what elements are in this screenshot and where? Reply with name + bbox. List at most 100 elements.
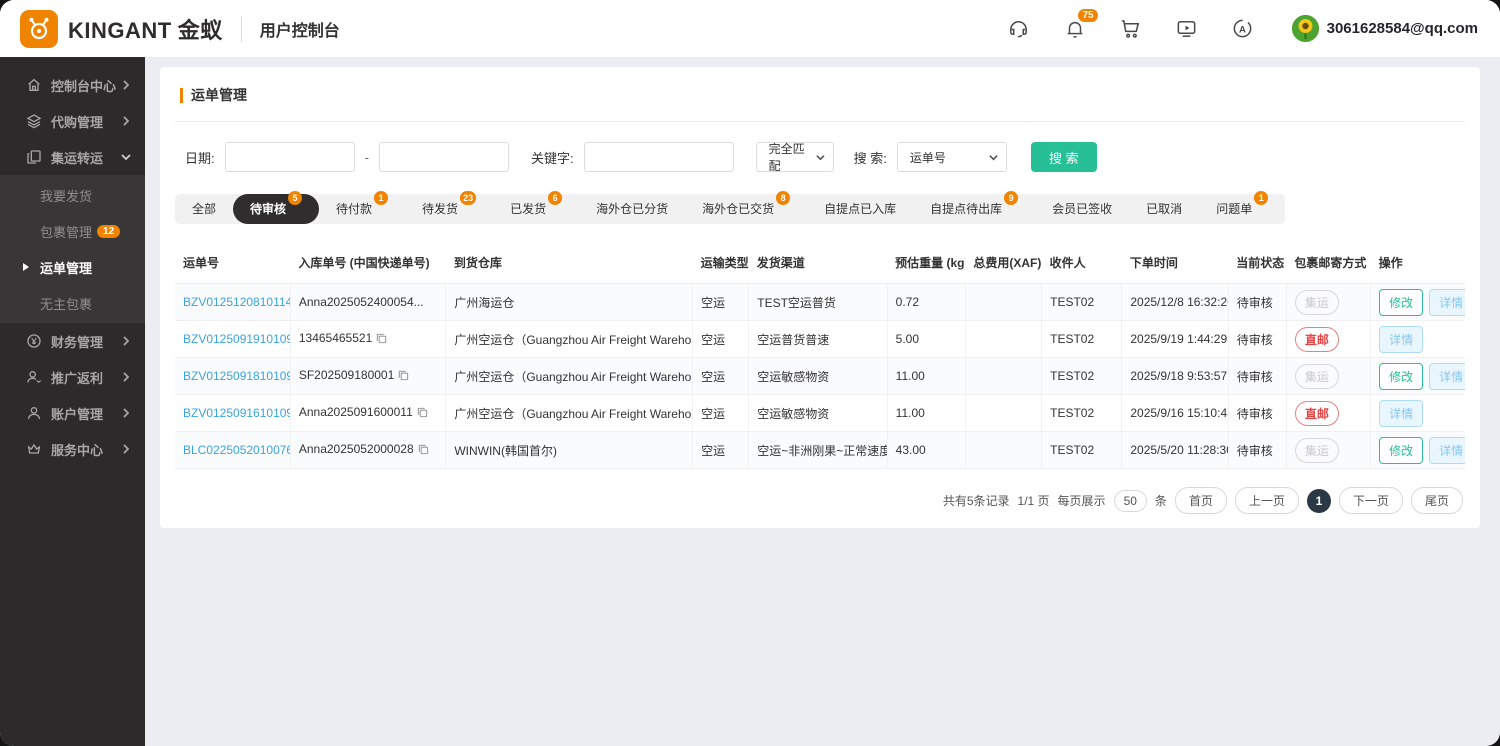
- notifications-bell-icon[interactable]: 75: [1062, 16, 1088, 42]
- first-page-button[interactable]: 首页: [1175, 487, 1227, 514]
- service-icon: [25, 441, 42, 458]
- edit-button[interactable]: 修改: [1379, 289, 1423, 316]
- detail-button[interactable]: 详情: [1379, 400, 1423, 427]
- sidebar-item-console-center[interactable]: 控制台中心: [0, 67, 145, 103]
- col-inbound-no: 入库单号 (中国快递单号): [290, 244, 445, 284]
- documents-icon: [25, 149, 42, 166]
- detail-button[interactable]: 详情: [1429, 289, 1465, 316]
- sidebar-subitem-packages[interactable]: 包裹管理 12: [0, 213, 145, 249]
- keyword-input[interactable]: [584, 142, 734, 172]
- tab-cancelled[interactable]: 已取消: [1129, 194, 1199, 224]
- edit-button[interactable]: 修改: [1379, 437, 1423, 464]
- search-type-select[interactable]: 运单号: [897, 142, 1007, 172]
- inbound-no: Anna2025091600011: [299, 405, 413, 419]
- waybill-link[interactable]: BZV01250918101096: [183, 369, 290, 383]
- tab-badge: 23: [460, 191, 476, 205]
- user-icon: [25, 405, 42, 422]
- tab-badge: 1: [374, 191, 388, 205]
- sidebar-submenu: 我要发货 包裹管理 12 运单管理 无主包裹: [0, 175, 145, 323]
- tab-shipped[interactable]: 已发货6: [493, 194, 579, 224]
- tab-to-ship[interactable]: 待发货23: [405, 194, 493, 224]
- table-header-row: 运单号 入库单号 (中国快递单号) 到货仓库 运输类型 发货渠道 预估重量 (k…: [175, 244, 1465, 284]
- sidebar-item-finance[interactable]: 财务管理: [0, 323, 145, 359]
- per-page-select[interactable]: 50: [1114, 490, 1147, 512]
- warehouse: WINWIN(韩国首尔): [454, 444, 557, 458]
- sidebar-subitem-unclaimed[interactable]: 无主包裹: [0, 285, 145, 321]
- tab-overseas-delivered[interactable]: 海外仓已交货8: [685, 194, 807, 224]
- order-time: 2025/12/8 16:32:26: [1130, 295, 1228, 309]
- weight: 0.72: [896, 295, 919, 309]
- sidebar-subitem-ship[interactable]: 我要发货: [0, 177, 145, 213]
- filter-bar: 日期: - 关键字: 完全匹配 搜 索: 运单号 搜 索: [175, 142, 1465, 172]
- waybill-link[interactable]: BLC02250520100761: [183, 443, 290, 457]
- inbound-no: 13465465521: [299, 331, 372, 345]
- last-page-button[interactable]: 尾页: [1411, 487, 1463, 514]
- warehouse: 广州空运仓（Guangzhou Air Freight Warehouse）: [454, 333, 692, 347]
- copy-icon[interactable]: [418, 444, 429, 458]
- transport-type: 空运: [701, 296, 725, 310]
- channel: TEST空运普货: [757, 296, 836, 310]
- brand-logo-icon[interactable]: [20, 10, 58, 48]
- order-time: 2025/5/20 11:28:30: [1130, 443, 1228, 457]
- date-start-input[interactable]: [225, 142, 355, 172]
- user-promote-icon: [25, 369, 42, 386]
- tab-overseas-sorted[interactable]: 海外仓已分货: [579, 194, 685, 224]
- brand-name-cn: 金蚁: [178, 13, 223, 45]
- sidebar-item-consolidation[interactable]: 集运转运: [0, 139, 145, 175]
- topbar-actions: 75 A: [1006, 15, 1478, 42]
- yen-circle-icon: [25, 333, 42, 350]
- chevron-right-icon: [121, 372, 131, 382]
- status-tabs: 全部 待审核5 待付款1 待发货23 已发货6 海外仓已分货 海外仓已交货8 自…: [175, 194, 1285, 224]
- tab-pickup-outbound[interactable]: 自提点待出库9: [913, 194, 1035, 224]
- search-button[interactable]: 搜 索: [1031, 142, 1097, 172]
- tab-pickup-inbound[interactable]: 自提点已入库: [807, 194, 913, 224]
- waybill-table: 运单号 入库单号 (中国快递单号) 到货仓库 运输类型 发货渠道 预估重量 (k…: [175, 244, 1465, 469]
- current-page[interactable]: 1: [1307, 489, 1331, 513]
- col-actions: 操作: [1371, 244, 1465, 284]
- tab-badge: 1: [1254, 191, 1268, 205]
- tab-problem[interactable]: 问题单1: [1199, 194, 1285, 224]
- cart-icon[interactable]: [1118, 16, 1144, 42]
- user-email: 3061628584@qq.com: [1327, 20, 1478, 37]
- user-avatar: [1292, 15, 1319, 42]
- search-by-label: 搜 索:: [854, 148, 887, 167]
- copy-icon[interactable]: [376, 333, 387, 347]
- tab-signed[interactable]: 会员已签收: [1035, 194, 1129, 224]
- support-icon[interactable]: [1006, 16, 1032, 42]
- transport-type: 空运: [701, 370, 725, 384]
- sidebar-item-label: 服务中心: [51, 440, 103, 459]
- sidebar-item-account[interactable]: 账户管理: [0, 395, 145, 431]
- next-page-button[interactable]: 下一页: [1339, 487, 1403, 514]
- sidebar-subitem-waybills[interactable]: 运单管理: [0, 249, 145, 285]
- col-mail-method: 包裹邮寄方式: [1286, 244, 1370, 284]
- detail-button[interactable]: 详情: [1379, 326, 1423, 353]
- copy-icon[interactable]: [417, 407, 428, 421]
- chevron-right-icon: [121, 444, 131, 454]
- waybill-link[interactable]: BZV01251208101142: [183, 295, 290, 309]
- detail-button[interactable]: 详情: [1429, 363, 1465, 390]
- tab-all[interactable]: 全部: [175, 194, 233, 224]
- date-end-input[interactable]: [379, 142, 509, 172]
- sidebar-item-label: 推广返利: [51, 368, 103, 387]
- detail-button[interactable]: 详情: [1429, 437, 1465, 464]
- match-mode-select[interactable]: 完全匹配: [756, 142, 834, 172]
- pagination: 共有5条记录 1/1 页 每页展示 50 条 首页 上一页 1 下一页 尾页: [175, 487, 1465, 514]
- waybill-link[interactable]: BZV01250916101093: [183, 406, 290, 420]
- sidebar-subitem-label: 无主包裹: [40, 294, 92, 313]
- col-recipient: 收件人: [1042, 244, 1122, 284]
- copy-icon[interactable]: [398, 370, 409, 384]
- tab-pending-review[interactable]: 待审核5: [233, 194, 319, 224]
- tab-pending-payment[interactable]: 待付款1: [319, 194, 405, 224]
- user-account[interactable]: 3061628584@qq.com: [1292, 15, 1478, 42]
- sidebar-item-referral[interactable]: 推广返利: [0, 359, 145, 395]
- sidebar-item-service[interactable]: 服务中心: [0, 431, 145, 467]
- prev-page-button[interactable]: 上一页: [1235, 487, 1299, 514]
- waybill-link[interactable]: BZV01250919101098: [183, 332, 290, 346]
- language-icon[interactable]: A: [1230, 16, 1256, 42]
- weight: 11.00: [896, 369, 925, 383]
- edit-button[interactable]: 修改: [1379, 363, 1423, 390]
- video-tutorial-icon[interactable]: [1174, 16, 1200, 42]
- sidebar-item-purchasing[interactable]: 代购管理: [0, 103, 145, 139]
- table-row: BZV01250918101096 SF202509180001 广州空运仓（G…: [175, 358, 1465, 395]
- order-time: 2025/9/16 15:10:43: [1130, 406, 1228, 420]
